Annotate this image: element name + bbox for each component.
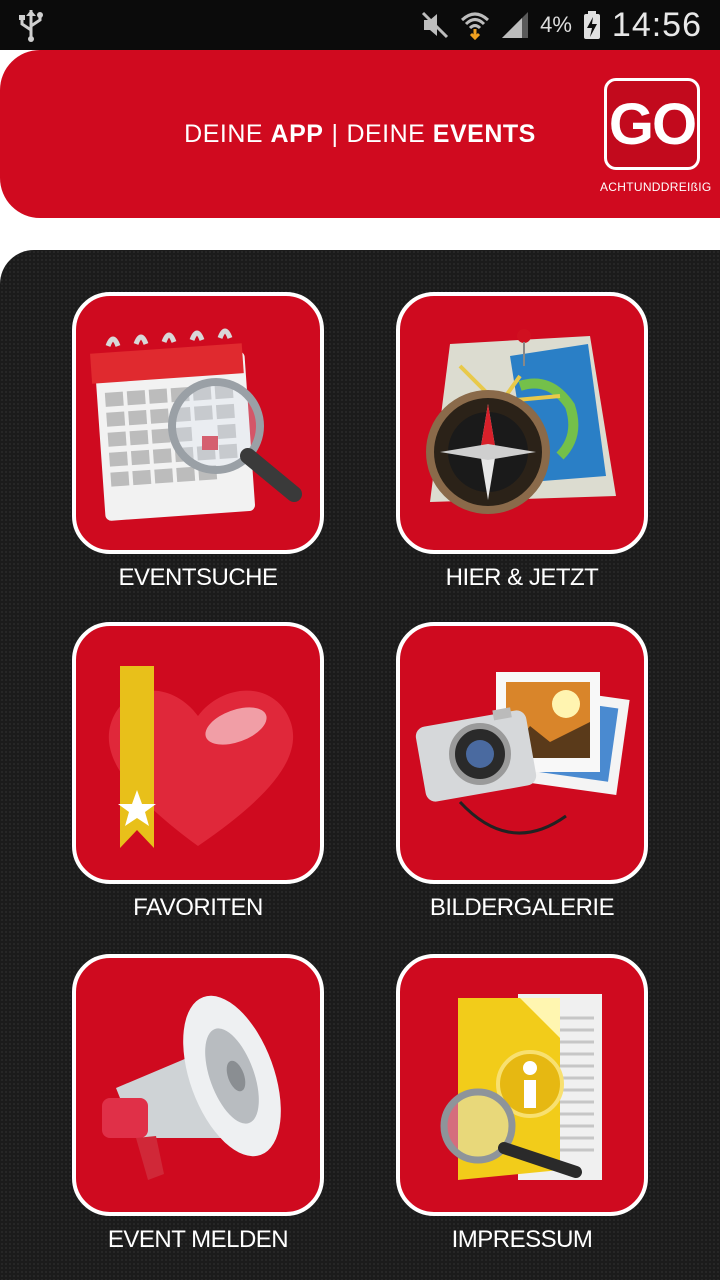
logo-box: GO: [604, 78, 700, 170]
clock: 14:56: [611, 5, 702, 44]
go-logo: GO ACHTUNDDREIßIG: [600, 78, 711, 226]
usb-icon: [19, 10, 43, 42]
logo-subtext: ACHTUNDDREIßIG: [600, 180, 712, 194]
map-compass-icon: [426, 329, 616, 514]
status-bar: 4% 14:56: [0, 0, 720, 50]
tagline-text-2: DEINE: [346, 120, 433, 148]
tagline-separator: |: [331, 120, 339, 148]
megaphone-icon: [102, 995, 281, 1180]
tile-impressum-box[interactable]: [396, 954, 648, 1216]
tile-hier-jetzt[interactable]: HIER & JETZT: [396, 292, 648, 591]
info-document-icon: [440, 994, 602, 1180]
tile-event-melden[interactable]: EVENT MELDEN: [72, 954, 324, 1253]
tile-bildergalerie[interactable]: BILDERGALERIE: [396, 622, 648, 921]
battery-percent: 4%: [540, 12, 572, 37]
wifi-icon: [461, 12, 490, 40]
tile-eventsuche[interactable]: EVENTSUCHE: [72, 292, 324, 591]
tile-favoriten-label: FAVORITEN: [133, 894, 263, 921]
signal-icon: [502, 12, 529, 38]
tile-favoriten-box[interactable]: [72, 622, 324, 884]
tile-hier-jetzt-label: HIER & JETZT: [445, 564, 599, 591]
battery-charging-icon: [583, 11, 600, 39]
app-header: DEINE APP | DEINE EVENTS GO ACHTUNDDREIßIG: [0, 50, 720, 218]
tile-favoriten[interactable]: FAVORITEN: [72, 622, 324, 921]
tile-event-melden-box[interactable]: [72, 954, 324, 1216]
tile-bildergalerie-label: BILDERGALERIE: [429, 894, 615, 921]
tile-bildergalerie-box[interactable]: [396, 622, 648, 884]
tagline-text-1: DEINE: [184, 120, 271, 148]
tagline-bold-2: EVENTS: [432, 120, 536, 148]
logo-text: GO: [608, 91, 697, 157]
tile-impressum-label: IMPRESSUM: [451, 1226, 593, 1253]
muted-icon: [422, 11, 449, 39]
calendar-search-icon: [90, 328, 302, 521]
tagline-bold-1: APP: [270, 120, 324, 148]
tile-hier-jetzt-box[interactable]: [396, 292, 648, 554]
tile-impressum[interactable]: IMPRESSUM: [396, 954, 648, 1253]
camera-photos-icon: [415, 672, 630, 835]
heart-bookmark-icon: [108, 666, 294, 848]
tile-eventsuche-box[interactable]: [72, 292, 324, 554]
tile-event-melden-label: EVENT MELDEN: [107, 1226, 289, 1253]
tile-eventsuche-label: EVENTSUCHE: [118, 564, 278, 591]
